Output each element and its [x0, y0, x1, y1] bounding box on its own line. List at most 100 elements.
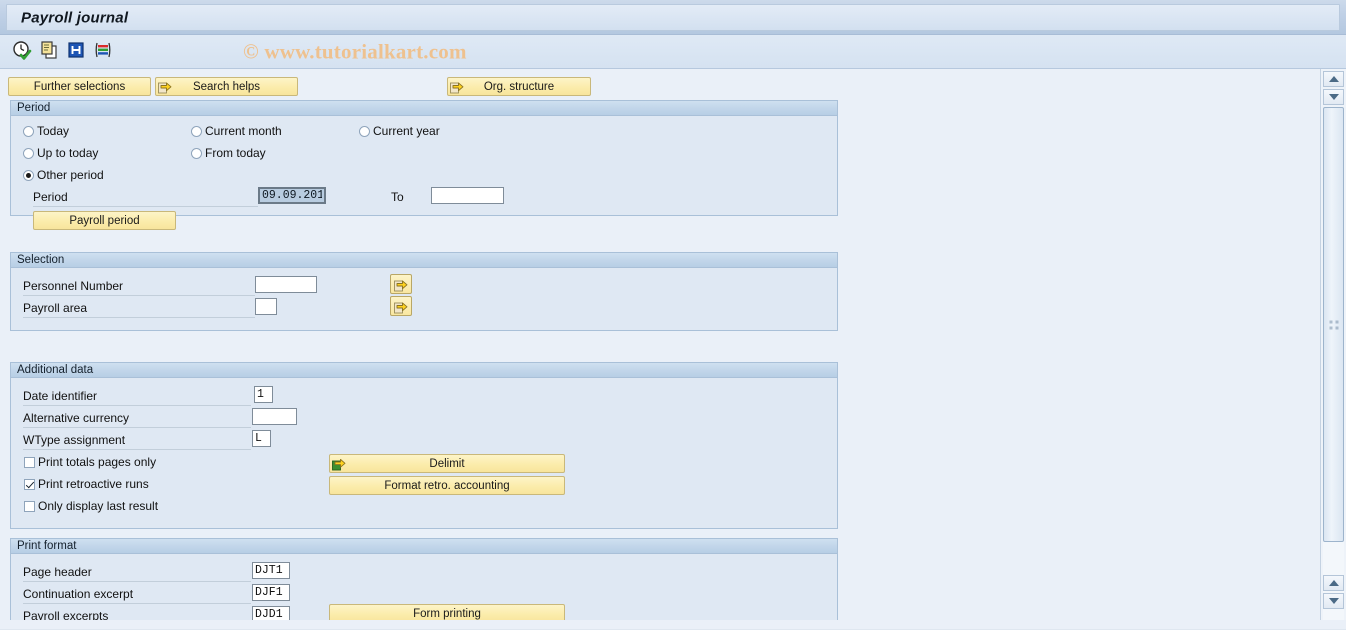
toolbar-icon-group: [12, 40, 113, 60]
print-format-section-title: Print format: [11, 539, 837, 554]
personnel-number-input[interactable]: [255, 276, 317, 293]
radio-up-to-today-label: Up to today: [37, 146, 99, 160]
page-header-input[interactable]: [252, 562, 290, 579]
wtype-assignment-label: WType assignment: [23, 433, 251, 450]
period-field-label: Period: [33, 190, 258, 207]
continuation-excerpt-label: Continuation excerpt: [23, 587, 251, 604]
checkbox-only-display-last-result[interactable]: Only display last result: [24, 499, 158, 513]
arrow-right-icon: [450, 79, 465, 94]
radio-today-label: Today: [37, 124, 70, 138]
radio-from-today[interactable]: From today: [191, 146, 266, 160]
personnel-number-multiselect-button[interactable]: [390, 274, 412, 294]
print-format-panel-body: Page header Continuation excerpt Payroll…: [11, 554, 837, 620]
execute-background-icon[interactable]: [39, 40, 59, 60]
delimit-label: Delimit: [429, 457, 465, 470]
radio-dot-icon: [23, 125, 34, 137]
additional-data-panel-body: Date identifier Alternative currency WTy…: [11, 378, 837, 528]
payroll-area-label: Payroll area: [23, 301, 255, 318]
format-retro-accounting-label: Format retro. accounting: [384, 479, 510, 492]
payroll-excerpts-input[interactable]: [252, 606, 290, 620]
wtype-assignment-input[interactable]: [252, 430, 271, 447]
arrow-right-icon: [393, 302, 407, 313]
application-toolbar: © www.tutorialkart.com: [0, 35, 1346, 69]
radio-current-year[interactable]: Current year: [359, 124, 440, 138]
print-format-panel: Print format Page header Continuation ex…: [10, 538, 838, 620]
period-section-title: Period: [11, 101, 837, 116]
delimit-arrow-icon: [332, 456, 347, 471]
payroll-area-input[interactable]: [255, 298, 277, 315]
action-button-row: Further selections Search helps Org. str…: [0, 77, 1320, 97]
scroll-down-button[interactable]: [1323, 593, 1344, 609]
checkbox-only-display-last-result-label: Only display last result: [38, 499, 159, 513]
date-identifier-input[interactable]: [254, 386, 273, 403]
arrow-right-icon: [393, 280, 407, 291]
scroll-down-page-button[interactable]: [1323, 89, 1344, 105]
chevron-down-icon: [1328, 94, 1339, 100]
radio-dot-icon: [23, 147, 34, 159]
selection-panel-body: Personnel Number Payroll area: [11, 268, 837, 330]
payroll-excerpts-label: Payroll excerpts: [23, 609, 251, 620]
alternative-currency-input[interactable]: [252, 408, 297, 425]
scroll-up-button[interactable]: [1323, 71, 1344, 87]
sap-selection-screen: Payroll journal © www.tutorialkart.com F…: [0, 0, 1346, 637]
payroll-period-button[interactable]: Payroll period: [33, 211, 176, 230]
checkbox-print-retroactive-runs[interactable]: Print retroactive runs: [24, 477, 149, 491]
checkbox-box-icon: [24, 500, 35, 512]
page-title: Payroll journal: [21, 9, 129, 26]
radio-other-period[interactable]: Other period: [23, 168, 104, 182]
window-title-bar: Payroll journal: [0, 0, 1346, 35]
page-header-label: Page header: [23, 565, 251, 582]
selection-screen-content: Further selections Search helps Org. str…: [0, 69, 1320, 620]
payroll-area-multiselect-button[interactable]: [390, 296, 412, 316]
search-helps-button[interactable]: Search helps: [155, 77, 298, 96]
radio-current-month[interactable]: Current month: [191, 124, 282, 138]
additional-data-section-title: Additional data: [11, 363, 837, 378]
radio-up-to-today[interactable]: Up to today: [23, 146, 98, 160]
chevron-up-icon: [1328, 580, 1339, 586]
further-selections-button[interactable]: Further selections: [8, 77, 151, 96]
variant-list-icon[interactable]: [93, 40, 113, 60]
payroll-period-label: Payroll period: [69, 214, 140, 227]
arrow-right-icon: [158, 79, 173, 94]
scrollbar-thumb[interactable]: [1323, 107, 1344, 542]
radio-from-today-label: From today: [205, 146, 266, 160]
period-panel: Period Today Current month Current year …: [10, 100, 838, 230]
radio-other-period-label: Other period: [37, 168, 104, 182]
search-helps-label: Search helps: [192, 80, 261, 93]
checkbox-box-icon: [24, 456, 35, 468]
info-help-icon[interactable]: [66, 40, 86, 60]
delimit-button[interactable]: Delimit: [329, 454, 565, 473]
checkbox-print-totals-pages-only-label: Print totals pages only: [38, 455, 157, 469]
status-bar: [0, 629, 1346, 637]
scroll-up-page-button[interactable]: [1323, 575, 1344, 591]
form-printing-button[interactable]: Form printing: [329, 604, 565, 620]
selection-panel: Selection Personnel Number Payroll area: [10, 252, 838, 331]
further-selections-label: Further selections: [33, 80, 126, 93]
form-printing-label: Form printing: [413, 607, 481, 620]
radio-current-month-label: Current month: [205, 124, 282, 138]
radio-dot-icon: [359, 125, 370, 137]
format-retro-accounting-button[interactable]: Format retro. accounting: [329, 476, 565, 495]
radio-today[interactable]: Today: [23, 124, 69, 138]
chevron-down-icon: [1328, 598, 1339, 604]
date-identifier-label: Date identifier: [23, 389, 251, 406]
vertical-scrollbar[interactable]: [1320, 69, 1346, 620]
org-structure-button[interactable]: Org. structure: [447, 77, 591, 96]
radio-dot-icon: [191, 147, 202, 159]
checkbox-print-totals-pages-only[interactable]: Print totals pages only: [24, 455, 156, 469]
personnel-number-label: Personnel Number: [23, 279, 255, 296]
radio-current-year-label: Current year: [373, 124, 440, 138]
alternative-currency-label: Alternative currency: [23, 411, 251, 428]
period-date-input[interactable]: [258, 187, 326, 204]
scrollbar-grip-icon: [1329, 320, 1338, 329]
execute-clock-icon[interactable]: [12, 40, 32, 60]
org-structure-label: Org. structure: [483, 80, 555, 93]
checkbox-print-retroactive-runs-label: Print retroactive runs: [38, 477, 149, 491]
continuation-excerpt-input[interactable]: [252, 584, 290, 601]
period-to-label: To: [391, 190, 404, 204]
radio-dot-icon: [23, 169, 34, 181]
checkbox-box-icon: [24, 478, 35, 490]
additional-data-panel: Additional data Date identifier Alternat…: [10, 362, 838, 529]
period-to-input[interactable]: [431, 187, 504, 204]
title-bar-inner: Payroll journal: [6, 4, 1340, 31]
